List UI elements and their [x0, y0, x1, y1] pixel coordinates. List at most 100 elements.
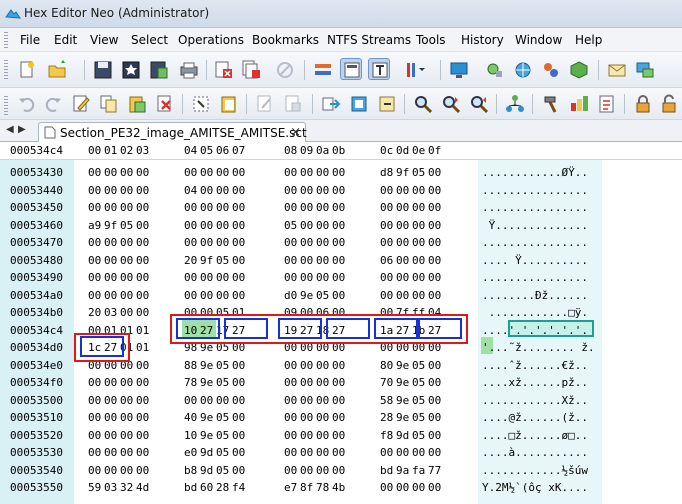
- hex-byte[interactable]: 00: [380, 236, 393, 249]
- menu-tools[interactable]: Tools: [416, 33, 446, 47]
- hex-byte[interactable]: 00: [232, 166, 245, 179]
- hex-byte[interactable]: 00: [184, 166, 197, 179]
- hex-byte[interactable]: 00: [316, 166, 329, 179]
- hex-byte[interactable]: 00: [232, 394, 245, 407]
- hex-byte[interactable]: 00: [300, 411, 313, 424]
- hex-byte[interactable]: 00: [428, 394, 441, 407]
- hex-byte[interactable]: 00: [300, 271, 313, 284]
- hex-byte[interactable]: 9e: [396, 394, 409, 407]
- hex-view[interactable]: 000534c4 00 01 02 03 04 05 06 07 08 09 0a 0b 0c 0d 0e 0…: [0, 142, 682, 504]
- menu-grip[interactable]: [4, 32, 8, 48]
- ascii-text[interactable]: ............Xž..: [482, 394, 588, 407]
- hex-byte[interactable]: 00: [104, 166, 117, 179]
- save-icon[interactable]: [92, 59, 114, 81]
- hex-byte[interactable]: 9f: [200, 254, 213, 267]
- hex-byte[interactable]: 20: [88, 306, 101, 319]
- hex-byte[interactable]: b8: [184, 464, 197, 477]
- hex-byte[interactable]: 00: [88, 201, 101, 214]
- hex-byte[interactable]: 9a: [396, 464, 409, 477]
- hex-byte[interactable]: 00: [88, 446, 101, 459]
- hex-byte[interactable]: 00: [232, 446, 245, 459]
- ascii-text[interactable]: ................: [482, 184, 588, 197]
- hex-byte[interactable]: 00: [216, 219, 229, 232]
- hex-byte[interactable]: 00: [200, 236, 213, 249]
- hex-byte[interactable]: 00: [412, 219, 425, 232]
- hex-byte[interactable]: 00: [104, 254, 117, 267]
- hex-byte[interactable]: 00: [284, 411, 297, 424]
- hex-byte[interactable]: 00: [104, 429, 117, 442]
- hex-byte[interactable]: 00: [428, 411, 441, 424]
- hex-byte[interactable]: 05: [412, 394, 425, 407]
- hex-byte[interactable]: bd: [380, 464, 393, 477]
- hex-byte[interactable]: 00: [380, 219, 393, 232]
- hex-byte[interactable]: 70: [380, 376, 393, 389]
- hex-byte[interactable]: 00: [316, 184, 329, 197]
- close-icon[interactable]: ×: [290, 125, 301, 140]
- hex-byte[interactable]: 00: [316, 254, 329, 267]
- hex-byte[interactable]: 05: [284, 219, 297, 232]
- menu-select[interactable]: Select: [131, 33, 168, 47]
- ascii-text[interactable]: ........Ðž......: [482, 289, 588, 302]
- ascii-text[interactable]: .... Ÿ..........: [482, 254, 588, 267]
- hex-byte[interactable]: 00: [184, 201, 197, 214]
- hex-byte[interactable]: 00: [136, 376, 149, 389]
- menu-file[interactable]: File: [20, 33, 40, 47]
- hex-byte[interactable]: 9e: [200, 359, 213, 372]
- hex-byte[interactable]: 00: [316, 446, 329, 459]
- go-to-icon[interactable]: [320, 93, 342, 115]
- tools-icon[interactable]: [484, 59, 506, 81]
- hex-byte[interactable]: fa: [412, 464, 425, 477]
- menu-view[interactable]: View: [90, 33, 118, 47]
- ascii-text[interactable]: ................: [482, 201, 588, 214]
- hex-byte[interactable]: 00: [332, 429, 345, 442]
- hex-byte[interactable]: 00: [332, 201, 345, 214]
- hex-byte[interactable]: 00: [200, 201, 213, 214]
- hex-byte[interactable]: 9d: [200, 446, 213, 459]
- hex-byte[interactable]: 00: [300, 184, 313, 197]
- hex-byte[interactable]: 00: [88, 271, 101, 284]
- hierarchy-icon[interactable]: [504, 93, 526, 115]
- hammer-icon[interactable]: [540, 93, 562, 115]
- hex-byte[interactable]: 00: [120, 306, 133, 319]
- hex-byte[interactable]: 00: [284, 166, 297, 179]
- hex-byte[interactable]: 4b: [332, 481, 345, 494]
- ascii-text[interactable]: ....ˆž......€ž..: [482, 359, 588, 372]
- undo-icon[interactable]: [16, 93, 38, 115]
- hex-byte[interactable]: 00: [412, 481, 425, 494]
- hex-byte[interactable]: 00: [300, 219, 313, 232]
- hex-byte[interactable]: 00: [412, 289, 425, 302]
- hex-byte[interactable]: 00: [136, 446, 149, 459]
- hex-byte[interactable]: 05: [412, 429, 425, 442]
- hex-byte[interactable]: 00: [428, 184, 441, 197]
- lock-icon[interactable]: [632, 93, 654, 115]
- hex-byte[interactable]: 00: [300, 464, 313, 477]
- hex-byte[interactable]: 00: [300, 376, 313, 389]
- hex-byte[interactable]: 00: [332, 271, 345, 284]
- hex-byte[interactable]: 00: [332, 411, 345, 424]
- hex-byte[interactable]: 00: [428, 289, 441, 302]
- hex-byte[interactable]: 88: [184, 359, 197, 372]
- hex-byte[interactable]: 00: [232, 219, 245, 232]
- redo-icon[interactable]: [42, 93, 64, 115]
- hex-byte[interactable]: f8: [380, 429, 393, 442]
- disabled-link-icon[interactable]: [274, 59, 296, 81]
- hex-byte[interactable]: 00: [104, 236, 117, 249]
- hex-byte[interactable]: 00: [412, 271, 425, 284]
- hex-byte[interactable]: 28: [380, 411, 393, 424]
- hex-byte[interactable]: 00: [120, 464, 133, 477]
- hex-byte[interactable]: 00: [332, 166, 345, 179]
- menu-operations[interactable]: Operations: [178, 33, 244, 47]
- hex-byte[interactable]: 00: [316, 219, 329, 232]
- hex-byte[interactable]: 00: [104, 411, 117, 424]
- find-prev-icon[interactable]: [468, 93, 490, 115]
- hex-byte[interactable]: 9e: [300, 289, 313, 302]
- hex-byte[interactable]: 00: [136, 306, 149, 319]
- hex-byte[interactable]: 00: [284, 254, 297, 267]
- hex-byte[interactable]: 9e: [200, 376, 213, 389]
- hex-byte[interactable]: 00: [88, 394, 101, 407]
- hex-byte[interactable]: 00: [284, 201, 297, 214]
- hex-byte[interactable]: 00: [232, 236, 245, 249]
- hex-byte[interactable]: 00: [120, 394, 133, 407]
- hex-byte[interactable]: 00: [428, 446, 441, 459]
- hex-byte[interactable]: 00: [332, 184, 345, 197]
